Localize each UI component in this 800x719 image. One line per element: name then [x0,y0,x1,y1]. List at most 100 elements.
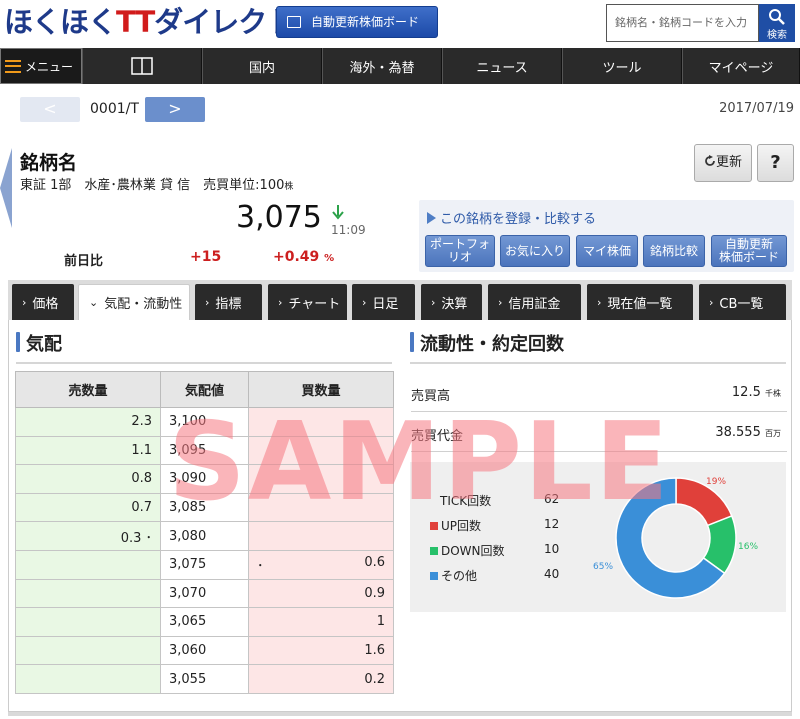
search-input[interactable]: 銘柄名・銘柄コードを入力 [606,4,759,42]
sell-qty-cell [15,549,161,580]
tick-legend-label: その他 [441,569,478,583]
auto-board-button[interactable]: 自動更新株価ボード [276,6,438,38]
pie-label: 65% [593,562,614,572]
stock-info: 東証 1部 水産･農林業 貸 信 売買単位:100株 [20,174,293,193]
divider [410,362,786,364]
quote-title: 気配 [16,330,62,356]
logo-text-1: ほくほく [4,5,117,39]
buy-qty-cell [248,521,394,551]
turnover-number: 38.555 [715,425,761,440]
auto-board-label: 自動更新株価ボード [311,15,420,29]
sell-qty-cell [15,578,161,609]
tick-pie-chart [615,477,737,599]
tab-cb-list[interactable]: › CB一覧 [699,284,786,320]
tab-indicators[interactable]: › 指標 [195,284,262,320]
quote-price-cell: 3,080 [160,521,249,551]
change-value: +15 [190,249,222,265]
search-button[interactable]: 検索 [759,4,795,42]
refresh-button[interactable]: 更新 [694,144,752,182]
tab-earnings[interactable]: › 決算 [421,284,482,320]
my-price-button[interactable]: マイ株価 [576,235,638,267]
chevron-right-icon: › [278,295,283,309]
buy-qty-cell: 1 [248,607,394,637]
auto-board-small-button[interactable]: 自動更新 株価ボード [711,235,787,267]
next-stock-button[interactable]: > [145,97,205,122]
stock-name: 銘柄名 [20,152,78,174]
chevron-right-icon: › [709,295,714,309]
table-row: 0.7 3,085 [15,492,394,523]
header: ほくほくTTダイレクト 自動更新株価ボード 銘柄名・銘柄コードを入力 検索 [0,0,800,46]
tab-label: 気配・流動性 [104,297,183,312]
volume-row: 売買高 12.5 千株 [411,372,787,412]
chevron-right-icon: › [498,295,503,309]
left-arrow-icon[interactable] [0,148,12,228]
chevron-down-icon: ⌄ [89,296,99,309]
tab-label: 日足 [372,296,399,312]
tab-daily[interactable]: › 日足 [352,284,415,320]
register-title[interactable]: この銘柄を登録・比較する [427,208,596,227]
buy-qty-cell [248,435,394,466]
chevron-right-icon: › [205,295,210,309]
menu-button[interactable]: メニュー [0,48,82,84]
header-sell: 売数量 [15,371,161,408]
turnover-value: 38.555 百万 [715,425,781,440]
logo-text-2: TT [116,5,155,39]
portfolio-button[interactable]: ポートフォリオ [425,235,495,267]
tick-legend-label: DOWN回数 [441,544,505,558]
favorite-button[interactable]: お気に入り [500,235,570,267]
tab-quote[interactable]: ⌄ 気配・流動性 [78,284,190,320]
nav-book[interactable] [82,48,202,84]
nav-item-overseas[interactable]: 海外・為替 [322,48,442,84]
legend-swatch [430,522,438,530]
buy-qty-cell [248,407,394,437]
volume-unit: 千株 [765,389,781,398]
tab-margin[interactable]: › 信用証金 [488,284,581,320]
buy-qty-cell: 0.9 [248,578,394,609]
tab-chart[interactable]: › チャート [268,284,347,320]
quote-price-cell: 3,065 [160,607,249,637]
nav-item-domestic[interactable]: 国内 [202,48,322,84]
logo[interactable]: ほくほくTTダイレクト [4,4,295,40]
prev-stock-button[interactable]: < [20,97,80,122]
bottom-border [8,712,792,716]
turnover-unit: 百万 [765,429,781,438]
nav-item-news[interactable]: ニュース [442,48,562,84]
table-row: 3,070 0.9 [15,578,394,609]
legend-swatch [430,572,438,580]
tick-legend-value: 12 [544,517,560,531]
change-pct: +0.49 % [273,249,334,265]
stock-code: 0001/T [90,101,139,117]
tab-price[interactable]: › 価格 [12,284,74,320]
window-icon [287,16,301,28]
tab-label: CB一覧 [719,296,764,312]
tab-label: 現在値一覧 [607,296,673,312]
legend-swatch [430,547,438,555]
tab-current-list[interactable]: › 現在値一覧 [587,284,693,320]
tick-legend-item: その他 [430,567,477,584]
pie-label: 16% [738,542,759,552]
table-header-row: 売数量 気配値 買数量 [15,371,394,408]
table-row: 3,060 1.6 [15,635,394,666]
help-button[interactable]: ? [757,144,794,182]
menu-label: メニュー [25,59,74,74]
change-pct-unit: % [324,253,335,264]
volume-label: 売買高 [411,389,451,404]
quote-price-cell: 3,100 [160,407,249,437]
tab-label: 信用証金 [508,296,561,312]
search-button-label: 検索 [767,30,787,41]
sell-qty-cell: 2.3 [15,407,161,437]
logo-text-3: ダイレクト [154,5,295,39]
liquidity-title: 流動性・約定回数 [410,330,564,356]
sell-qty-cell [15,635,161,666]
quote-price-cell: 3,095 [160,435,249,466]
buy-qty-cell [248,464,394,494]
nav-item-mypage[interactable]: マイページ [682,48,800,84]
volume-value: 12.5 千株 [732,385,781,400]
compare-button[interactable]: 銘柄比較 [643,235,705,267]
turnover-label: 売買代金 [411,429,464,444]
nav-item-tools[interactable]: ツール [562,48,682,84]
tab-label: チャート [288,296,341,312]
buy-marker: ･ [257,559,264,575]
global-nav: メニュー 国内 海外・為替 ニュース ツール マイページ [0,48,800,84]
tick-legend-value: 10 [544,542,560,556]
